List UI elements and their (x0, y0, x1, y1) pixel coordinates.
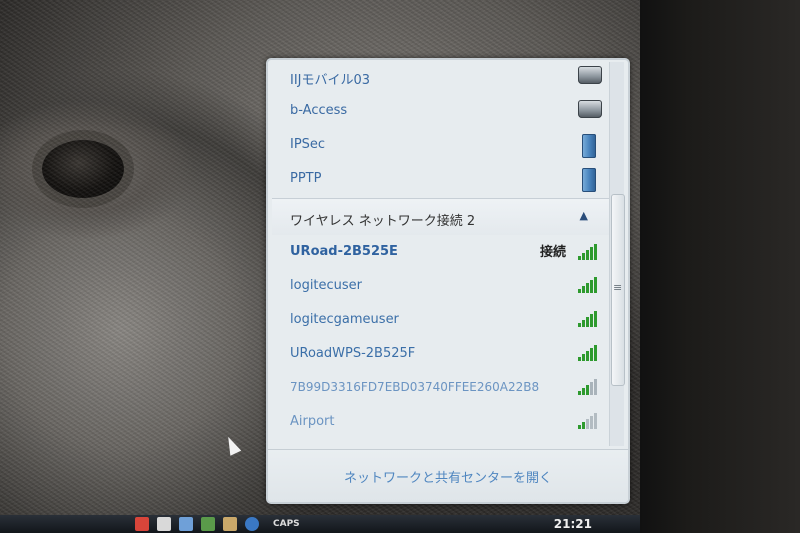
wireless-section-title: ワイヤレス ネットワーク接続 2 (290, 214, 476, 229)
chevron-up-icon[interactable]: ▲ (580, 209, 588, 222)
network-popup: IIJモバイル03 b-Access IPSec PPTP ワイヤレス ネットワ… (266, 58, 630, 504)
network-item-logitecgameuser[interactable]: logitecgameuser (272, 303, 610, 337)
caps-lock-indicator: CAPS (273, 519, 300, 529)
tool-tray-icon[interactable] (179, 517, 193, 531)
vpn-item-ipsec[interactable]: IPSec (272, 128, 610, 162)
network-list: IIJモバイル03 b-Access IPSec PPTP ワイヤレス ネットワ… (272, 60, 610, 445)
vpn-item-label: IIJモバイル03 (290, 73, 371, 88)
network-ssid: URoadWPS-2B525F (290, 346, 416, 361)
popup-footer: ネットワークと共有センターを開く (268, 449, 628, 502)
vpn-item-label: PPTP (290, 171, 322, 186)
folder-tray-icon[interactable] (223, 517, 237, 531)
network-item-7b99[interactable]: 7B99D3316FD7EBD03740FFEE260A22B8 (272, 371, 610, 405)
network-list-scrollbar[interactable] (609, 62, 625, 446)
scrollbar-thumb[interactable] (611, 194, 625, 386)
open-network-center-link[interactable]: ネットワークと共有センターを開く (268, 467, 628, 486)
signal-strength-icon (578, 309, 602, 327)
help-tray-icon[interactable] (245, 517, 259, 531)
app-tray-icon[interactable] (135, 517, 149, 531)
server-icon (582, 134, 596, 158)
network-ssid: URoad-2B525E (290, 244, 398, 259)
network-item-uroadwps[interactable]: URoadWPS-2B525F (272, 337, 610, 371)
network-tray-icon[interactable] (201, 517, 215, 531)
signal-strength-icon (578, 242, 602, 260)
modem-icon (578, 66, 602, 84)
vpn-item-pptp[interactable]: PPTP (272, 162, 610, 196)
network-ssid: Airport (290, 414, 335, 429)
connection-status: 接続 (539, 245, 566, 260)
system-tray: CAPS (135, 517, 300, 531)
vpn-item-label: IPSec (290, 137, 326, 152)
signal-strength-icon (578, 377, 602, 395)
ime-tray-icon[interactable] (157, 517, 171, 531)
taskbar: CAPS 21:21 (0, 515, 640, 533)
vpn-item-iij[interactable]: IIJモバイル03 (272, 60, 610, 94)
network-item-airport[interactable]: Airport (272, 405, 610, 439)
signal-strength-icon (578, 343, 602, 361)
taskbar-clock[interactable]: 21:21 (554, 517, 592, 531)
signal-strength-icon (578, 275, 602, 293)
network-item-uroad[interactable]: URoad-2B525E 接続 (272, 235, 610, 269)
modem-icon (578, 100, 602, 118)
signal-strength-icon (578, 411, 602, 429)
koala-eye (42, 140, 124, 198)
vpn-item-label: b-Access (290, 103, 348, 118)
monitor-bezel (640, 0, 800, 533)
network-item-logitecuser[interactable]: logitecuser (272, 269, 610, 303)
vpn-item-b-access[interactable]: b-Access (272, 94, 610, 128)
wireless-section-header[interactable]: ワイヤレス ネットワーク接続 2 ▲ (272, 198, 610, 235)
network-ssid: 7B99D3316FD7EBD03740FFEE260A22B8 (290, 380, 540, 394)
network-ssid: logitecgameuser (290, 312, 399, 327)
network-ssid: logitecuser (290, 278, 363, 293)
server-icon (582, 168, 596, 192)
